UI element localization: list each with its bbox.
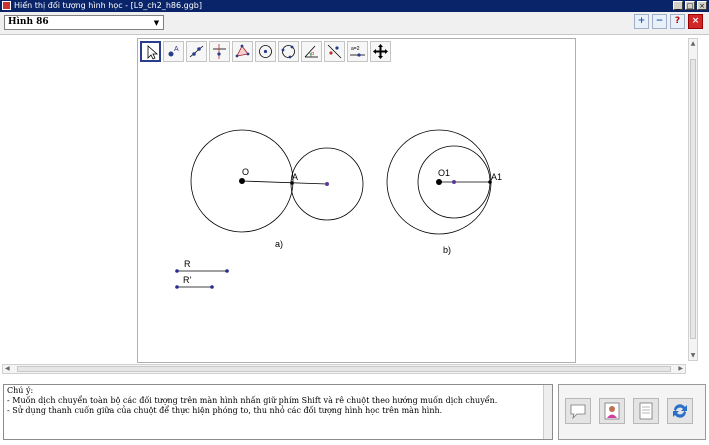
- label-o: O: [242, 167, 249, 177]
- angle-tool-icon: α: [304, 45, 318, 58]
- point-center-b[interactable]: [452, 180, 456, 184]
- angle-tool[interactable]: α: [301, 41, 322, 62]
- window-controls: _ □ ×: [673, 1, 707, 10]
- minimize-icon[interactable]: _: [673, 1, 683, 10]
- circle-3points-tool[interactable]: [278, 41, 299, 62]
- figure-select-value: Hình 86: [8, 17, 49, 27]
- polygon-tool[interactable]: [232, 41, 253, 62]
- point-o[interactable]: [239, 178, 245, 184]
- slider-tool-label: a=2: [351, 46, 360, 52]
- perpendicular-tool[interactable]: [209, 41, 230, 62]
- comment-button[interactable]: [565, 398, 591, 424]
- scroll-right-icon[interactable]: ▶: [678, 365, 683, 373]
- move-view-tool-icon: [373, 44, 388, 59]
- geometry-canvas[interactable]: O A a) O1 A1 b) R R' A α a=2: [137, 38, 576, 363]
- scroll-left-icon[interactable]: ◀: [5, 365, 10, 373]
- move-tool-icon: [147, 45, 159, 60]
- line-tool-icon: [189, 45, 204, 58]
- label-a1: A1: [491, 172, 502, 182]
- geometry-toolbar: A α a=2: [140, 41, 391, 62]
- document-button[interactable]: [633, 398, 659, 424]
- app-icon: [2, 1, 11, 10]
- circle-tool-icon: [259, 45, 272, 58]
- scroll-up-icon[interactable]: ▲: [690, 40, 696, 47]
- title-bar: Hiển thị đối tượng hình học - [L9_ch2_h8…: [0, 0, 709, 12]
- help-icon[interactable]: ?: [670, 14, 685, 29]
- notes-line-2: - Sử dụng thanh cuốn giữa của chuột để t…: [7, 406, 443, 415]
- circle-3points-tool-icon: [281, 45, 295, 59]
- label-o1: O1: [438, 168, 450, 178]
- geometry-drawing[interactable]: O A a) O1 A1 b) R R': [138, 39, 575, 362]
- point-r-end[interactable]: [225, 269, 229, 273]
- horizontal-scrollbar[interactable]: ◀ ▶: [2, 364, 686, 374]
- speech-bubble-icon: [570, 404, 586, 420]
- window-title: Hiển thị đối tượng hình học - [L9_ch2_h8…: [14, 1, 202, 10]
- figure-select[interactable]: Hình 86 ▼: [4, 15, 164, 30]
- vertical-scrollbar[interactable]: ▲ ▼: [688, 38, 698, 361]
- slider-tool-icon: a=2: [350, 46, 365, 57]
- vertical-scroll-thumb[interactable]: [690, 59, 696, 339]
- reflect-tool-icon: [327, 44, 342, 59]
- close-icon[interactable]: ×: [688, 14, 703, 29]
- maximize-icon[interactable]: □: [685, 1, 695, 10]
- reflect-tool[interactable]: [324, 41, 345, 62]
- notes-heading: Chú ý:: [7, 386, 34, 395]
- point-r2-start[interactable]: [175, 285, 179, 289]
- point-tool[interactable]: A: [163, 41, 184, 62]
- refresh-icon: [673, 404, 687, 418]
- label-a: A: [292, 172, 298, 182]
- top-bar: Hình 86 ▼ + − ? ×: [0, 12, 709, 35]
- notes-panel[interactable]: Chú ý: - Muốn dịch chuyển toàn bộ các đố…: [3, 384, 553, 440]
- caption-b: b): [443, 245, 451, 255]
- slider-tool[interactable]: a=2: [347, 41, 368, 62]
- point-tool-label: A: [174, 46, 179, 53]
- point-o1[interactable]: [436, 179, 442, 185]
- scroll-down-icon[interactable]: ▼: [690, 352, 696, 359]
- document-icon: [639, 402, 653, 420]
- zoom-out-icon[interactable]: −: [652, 14, 667, 29]
- notes-line-1: - Muốn dịch chuyển toàn bộ các đối tượng…: [7, 396, 498, 405]
- move-tool[interactable]: [140, 41, 161, 62]
- close-window-icon[interactable]: ×: [697, 1, 707, 10]
- line-tool[interactable]: [186, 41, 207, 62]
- label-r-prime: R': [183, 275, 191, 285]
- refresh-button[interactable]: [667, 398, 693, 424]
- label-r: R: [184, 259, 191, 269]
- top-tools: + − ? ×: [634, 14, 703, 29]
- segment-o-center[interactable]: [241, 180, 328, 185]
- point-center-a[interactable]: [325, 182, 329, 186]
- teacher-button[interactable]: [599, 398, 625, 424]
- caption-a: a): [275, 239, 283, 249]
- perpendicular-tool-icon: [213, 44, 226, 59]
- circle-tool[interactable]: [255, 41, 276, 62]
- point-r2-end[interactable]: [210, 285, 214, 289]
- chevron-down-icon[interactable]: ▼: [151, 17, 162, 28]
- action-panel: [558, 384, 706, 440]
- angle-tool-label: α: [311, 51, 314, 57]
- move-view-tool[interactable]: [370, 41, 391, 62]
- horizontal-scroll-thumb[interactable]: [17, 366, 671, 372]
- person-icon: [604, 402, 620, 420]
- notes-scrollbar[interactable]: [543, 385, 552, 439]
- point-r-start[interactable]: [175, 269, 179, 273]
- zoom-in-icon[interactable]: +: [634, 14, 649, 29]
- point-tool-icon: A: [168, 46, 179, 57]
- polygon-tool-icon: [235, 44, 250, 58]
